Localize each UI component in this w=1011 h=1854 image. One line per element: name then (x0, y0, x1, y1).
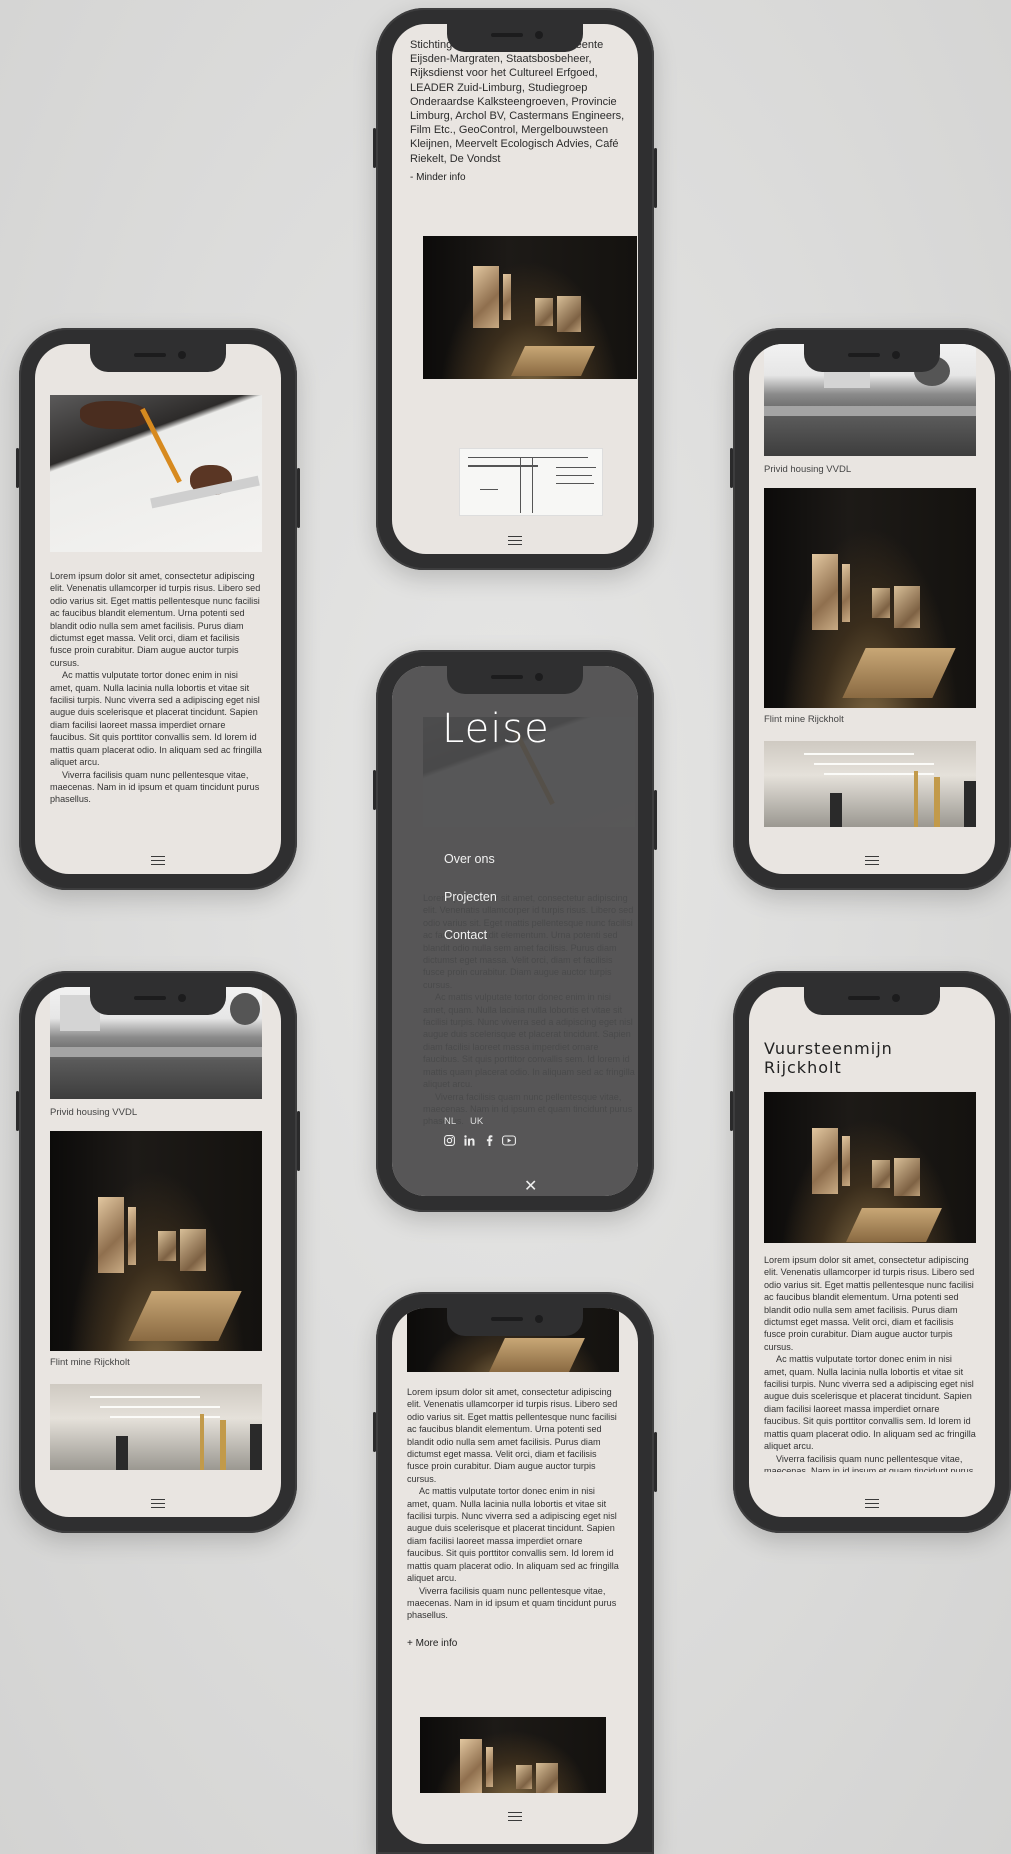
paragraph: Ac mattis vulputate tortor donec enim in… (407, 1486, 619, 1584)
paragraph: Viverra facilisis quam nunc pellentesque… (50, 769, 260, 805)
project-title-line: Rijckholt (764, 1058, 842, 1077)
project-image-plan[interactable] (459, 448, 603, 516)
project-title: Vuursteenmijn Rijckholt (764, 1039, 893, 1077)
phone-projects-right: Privid housing VVDL Flint mine Rijckholt (730, 328, 1011, 890)
project-image-hall[interactable] (764, 741, 976, 827)
project-description: Lorem ipsum dolor sit amet, consectetur … (764, 1254, 976, 1472)
phone-screen: Stichting ir. D.C. van Schaik, Gemeente … (392, 24, 638, 554)
hamburger-icon[interactable] (151, 856, 165, 866)
project-image-flint-mine (764, 1092, 976, 1243)
linkedin-icon[interactable] (464, 1135, 475, 1146)
youtube-icon[interactable] (502, 1135, 516, 1146)
project-caption[interactable]: Flint mine Rijckholt (764, 714, 844, 725)
less-info-link[interactable]: - Minder info (410, 172, 466, 183)
phone-notch (447, 24, 583, 52)
paragraph: Viverra facilisis quam nunc pellentesque… (764, 1453, 974, 1473)
phone-screen: Privid housing VVDL Flint mine Rijckholt (749, 344, 995, 874)
project-caption[interactable]: Flint mine Rijckholt (50, 1357, 130, 1368)
paragraph: Viverra facilisis quam nunc pellentesque… (407, 1585, 617, 1621)
project-image-flint-mine[interactable] (420, 1717, 606, 1793)
phone-menu: Lorem ipsum dolor sit amet, consectetur … (373, 650, 657, 1212)
paragraph: Lorem ipsum dolor sit amet, consectetur … (407, 1387, 618, 1484)
project-image-flint-mine[interactable] (423, 236, 637, 379)
project-description: Lorem ipsum dolor sit amet, consectetur … (407, 1386, 619, 1622)
about-text: Lorem ipsum dolor sit amet, consectetur … (50, 570, 262, 806)
phone-notch (447, 666, 583, 694)
project-image-flint-mine[interactable] (50, 1131, 262, 1351)
logo[interactable]: Leise (442, 706, 550, 752)
nav-link-contact[interactable]: Contact (444, 928, 487, 942)
project-image-flint-mine[interactable] (764, 488, 976, 708)
paragraph: Lorem ipsum dolor sit amet, consectetur … (764, 1255, 975, 1352)
phone-credits: Stichting ir. D.C. van Schaik, Gemeente … (373, 8, 657, 570)
hero-image-drawing (50, 395, 262, 552)
project-image-hall[interactable] (50, 1384, 262, 1470)
nav-link-over-ons[interactable]: Over ons (444, 852, 495, 866)
hamburger-icon[interactable] (508, 1812, 522, 1822)
instagram-icon[interactable] (444, 1135, 455, 1146)
project-caption[interactable]: Privid housing VVDL (50, 1107, 137, 1118)
paragraph: Ac mattis vulputate tortor donec enim in… (50, 670, 262, 768)
phone-notch (90, 987, 226, 1015)
hamburger-icon[interactable] (508, 536, 522, 546)
hamburger-icon[interactable] (865, 1499, 879, 1509)
phone-notch (447, 1308, 583, 1336)
paragraph: Lorem ipsum dolor sit amet, consectetur … (50, 571, 261, 668)
paragraph: Ac mattis vulputate tortor donec enim in… (764, 1354, 976, 1452)
phone-project-more: Lorem ipsum dolor sit amet, consectetur … (373, 1292, 657, 1854)
phone-screen: Lorem ipsum dolor sit amet, consectetur … (392, 666, 638, 1196)
phone-project-detail: Vuursteenmijn Rijckholt Lorem ipsum dolo… (730, 971, 1011, 1533)
language-uk[interactable]: UK (470, 1116, 483, 1127)
nav-link-projecten[interactable]: Projecten (444, 890, 497, 904)
credits-text: Stichting ir. D.C. van Schaik, Gemeente … (410, 39, 625, 165)
hamburger-icon[interactable] (865, 856, 879, 866)
phone-notch (804, 344, 940, 372)
phone-notch (90, 344, 226, 372)
more-info-link[interactable]: + More info (407, 1638, 457, 1649)
phone-notch (804, 987, 940, 1015)
phone-projects-left: Privid housing VVDL Flint mine Rijckholt (16, 971, 300, 1533)
phone-about: Lorem ipsum dolor sit amet, consectetur … (16, 328, 300, 890)
phone-screen: Privid housing VVDL Flint mine Rijckholt (35, 987, 281, 1517)
project-title-line: Vuursteenmijn (764, 1039, 893, 1058)
hamburger-icon[interactable] (151, 1499, 165, 1509)
language-nl[interactable]: NL (444, 1116, 456, 1127)
facebook-icon[interactable] (486, 1135, 493, 1146)
phone-screen: Lorem ipsum dolor sit amet, consectetur … (392, 1308, 638, 1844)
phone-screen: Vuursteenmijn Rijckholt Lorem ipsum dolo… (749, 987, 995, 1517)
phone-screen: Lorem ipsum dolor sit amet, consectetur … (35, 344, 281, 874)
project-caption[interactable]: Privid housing VVDL (764, 464, 851, 475)
close-icon[interactable]: ✕ (524, 1176, 537, 1195)
